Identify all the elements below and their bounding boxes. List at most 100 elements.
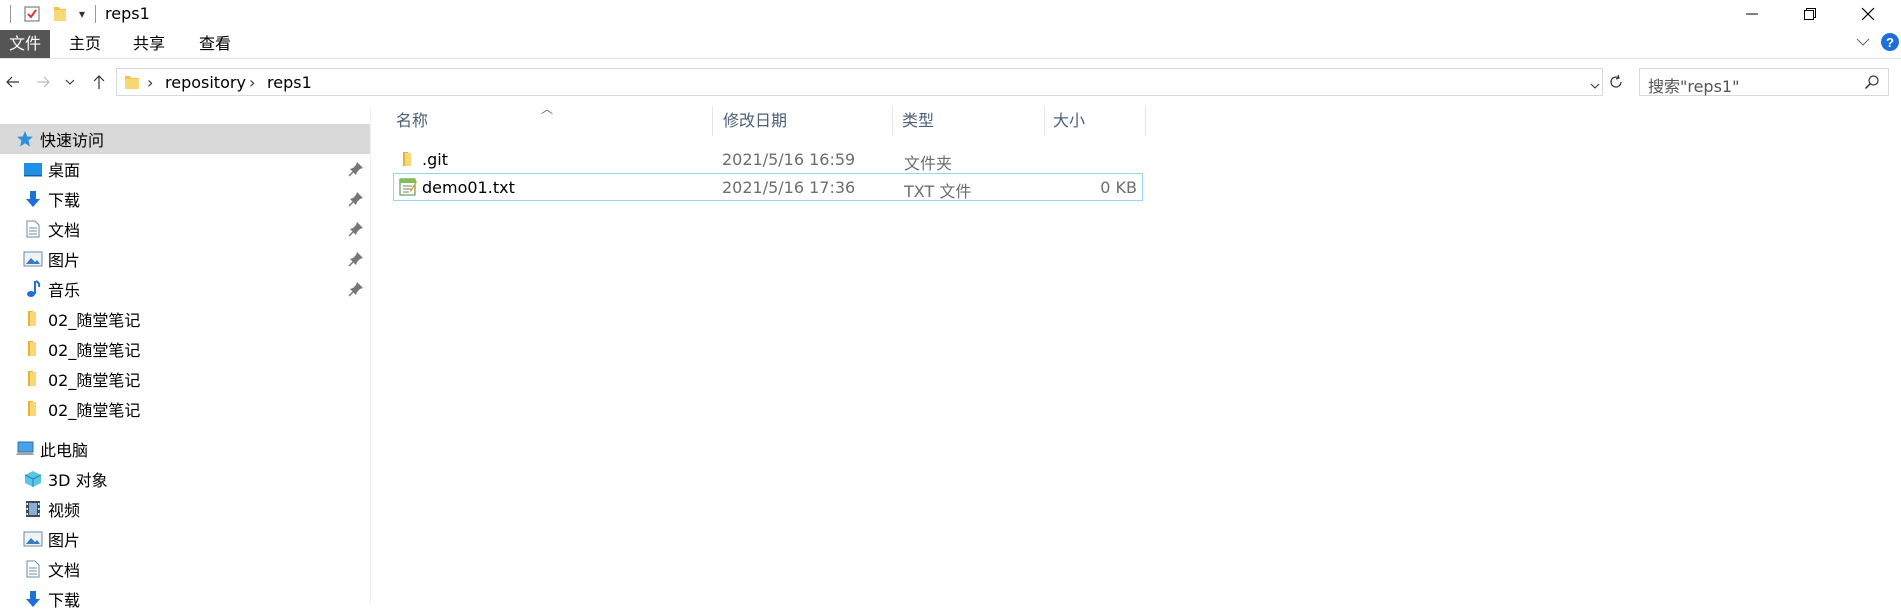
sidebar-item-downloads[interactable]: 下载 [0, 184, 370, 214]
navigation-bar: › repository › reps1 搜索"reps1" [0, 66, 1901, 98]
sidebar-item-videos[interactable]: 视频 [0, 494, 370, 524]
sidebar-item-label: 图片 [48, 251, 81, 270]
customize-toolbar-icon[interactable]: ▾ [79, 7, 85, 21]
restore-icon [1804, 8, 1816, 20]
file-name[interactable]: .git [422, 150, 448, 169]
chevron-down-icon [65, 79, 75, 85]
back-button[interactable] [0, 68, 26, 96]
pin-icon[interactable] [348, 161, 364, 177]
help-icon[interactable]: ? [1880, 32, 1900, 56]
pin-icon[interactable] [348, 281, 364, 297]
column-header-type[interactable]: 类型 [893, 106, 1045, 136]
address-bar[interactable]: › repository › reps1 [116, 68, 1603, 96]
refresh-button[interactable] [1604, 68, 1628, 96]
file-size: 0 KB [1100, 178, 1137, 197]
sidebar-item-label: 02_随堂笔记 [48, 401, 141, 420]
sidebar-item-notes-folder[interactable]: 02_随堂笔记 [0, 394, 370, 424]
sidebar-item-downloads[interactable]: 下载 [0, 584, 370, 614]
picture-icon [22, 248, 44, 270]
toolbar-divider [10, 5, 11, 23]
tab-share[interactable]: 共享 [121, 30, 177, 58]
up-button[interactable] [86, 68, 112, 96]
tab-file[interactable]: 文件 [0, 30, 51, 58]
address-history-chevron-icon[interactable] [1589, 77, 1601, 96]
forward-button[interactable] [30, 68, 56, 96]
navigation-pane: 快速访问 桌面 下载 文档 图片 音乐 02_随堂笔记 02_随堂笔记 02_随… [0, 106, 371, 610]
up-arrow-icon [93, 75, 105, 89]
computer-icon [14, 438, 36, 460]
column-header-modified[interactable]: 修改日期 [713, 106, 893, 136]
download-icon [22, 588, 44, 610]
folder-icon [22, 308, 44, 330]
sidebar-item-documents[interactable]: 文档 [0, 214, 370, 244]
search-box[interactable]: 搜索"reps1" [1639, 68, 1889, 96]
minimize-icon [1746, 13, 1758, 15]
close-button[interactable] [1839, 0, 1897, 28]
window-title: reps1 [105, 4, 150, 23]
table-row[interactable]: .git 2021/5/16 16:59 文件夹 [393, 146, 1143, 174]
file-modified: 2021/5/16 16:59 [722, 150, 856, 169]
recent-locations-button[interactable] [62, 68, 78, 96]
tab-view[interactable]: 查看 [187, 30, 243, 58]
sidebar-item-label: 下载 [48, 191, 81, 210]
breadcrumb-separator-icon[interactable]: › [249, 73, 255, 92]
3d-objects-icon [22, 468, 44, 490]
new-folder-icon[interactable] [51, 5, 69, 23]
file-name[interactable]: demo01.txt [422, 178, 515, 197]
sidebar-item-music[interactable]: 音乐 [0, 274, 370, 304]
sidebar-item-label: 音乐 [48, 281, 81, 300]
column-header-label: 类型 [902, 111, 935, 130]
star-icon [14, 128, 36, 150]
file-type: TXT 文件 [904, 182, 972, 201]
sidebar-item-documents[interactable]: 文档 [0, 554, 370, 584]
column-header-name[interactable]: 名称 [371, 106, 713, 136]
folder-icon [22, 398, 44, 420]
restore-button[interactable] [1781, 0, 1839, 28]
sidebar-item-notes-folder[interactable]: 02_随堂笔记 [0, 364, 370, 394]
pin-icon[interactable] [348, 251, 364, 267]
breadcrumb-separator-icon[interactable]: › [147, 73, 153, 92]
properties-check-icon[interactable] [23, 5, 41, 23]
sidebar-item-label: 快速访问 [40, 131, 105, 150]
sidebar-item-label: 文档 [48, 561, 81, 580]
column-header-label: 修改日期 [723, 111, 788, 130]
sidebar-item-pictures[interactable]: 图片 [0, 244, 370, 274]
sidebar-item-label: 桌面 [48, 161, 81, 180]
breadcrumb-repository[interactable]: repository [165, 73, 246, 92]
sidebar-item-label: 02_随堂笔记 [48, 311, 141, 330]
file-modified: 2021/5/16 17:36 [722, 178, 856, 197]
picture-icon [22, 528, 44, 550]
sidebar-item-label: 下载 [48, 591, 81, 610]
expand-ribbon-icon[interactable] [1855, 34, 1871, 54]
file-list: ︿ 名称 修改日期 类型 大小 .git 2021/5/16 16:59 文件夹… [371, 102, 1901, 603]
search-icon[interactable] [1864, 74, 1880, 94]
sidebar-item-pictures[interactable]: 图片 [0, 524, 370, 554]
sidebar-item-label: 02_随堂笔记 [48, 341, 141, 360]
sidebar-item-label: 图片 [48, 531, 81, 550]
search-input[interactable]: 搜索"reps1" [1648, 73, 1739, 97]
ribbon-tabs: 文件 主页 共享 查看 ? [0, 28, 1901, 59]
breadcrumb-reps1[interactable]: reps1 [267, 73, 312, 92]
sidebar-item-notes-folder[interactable]: 02_随堂笔记 [0, 334, 370, 364]
sidebar-item-3d-objects[interactable]: 3D 对象 [0, 464, 370, 494]
file-type: 文件夹 [904, 154, 953, 173]
column-header-size[interactable]: 大小 [1045, 106, 1146, 136]
minimize-button[interactable] [1723, 0, 1781, 28]
sidebar-item-notes-folder[interactable]: 02_随堂笔记 [0, 304, 370, 334]
title-bar: ▾ reps1 [0, 0, 1901, 28]
pin-icon[interactable] [348, 191, 364, 207]
sidebar-item-quick-access[interactable]: 快速访问 [0, 124, 370, 154]
sidebar-item-this-pc[interactable]: 此电脑 [0, 434, 370, 464]
download-icon [22, 188, 44, 210]
column-header-label: 大小 [1053, 111, 1086, 130]
tab-home[interactable]: 主页 [57, 30, 113, 58]
pin-icon[interactable] [348, 221, 364, 237]
sidebar-item-desktop[interactable]: 桌面 [0, 154, 370, 184]
back-arrow-icon [6, 76, 19, 88]
table-row[interactable]: demo01.txt 2021/5/16 17:36 TXT 文件 0 KB [393, 173, 1143, 201]
sidebar-item-label: 3D 对象 [48, 471, 108, 490]
folder-icon [397, 149, 417, 169]
video-icon [22, 498, 44, 520]
document-icon [22, 558, 44, 580]
svg-text:?: ? [1886, 35, 1894, 50]
